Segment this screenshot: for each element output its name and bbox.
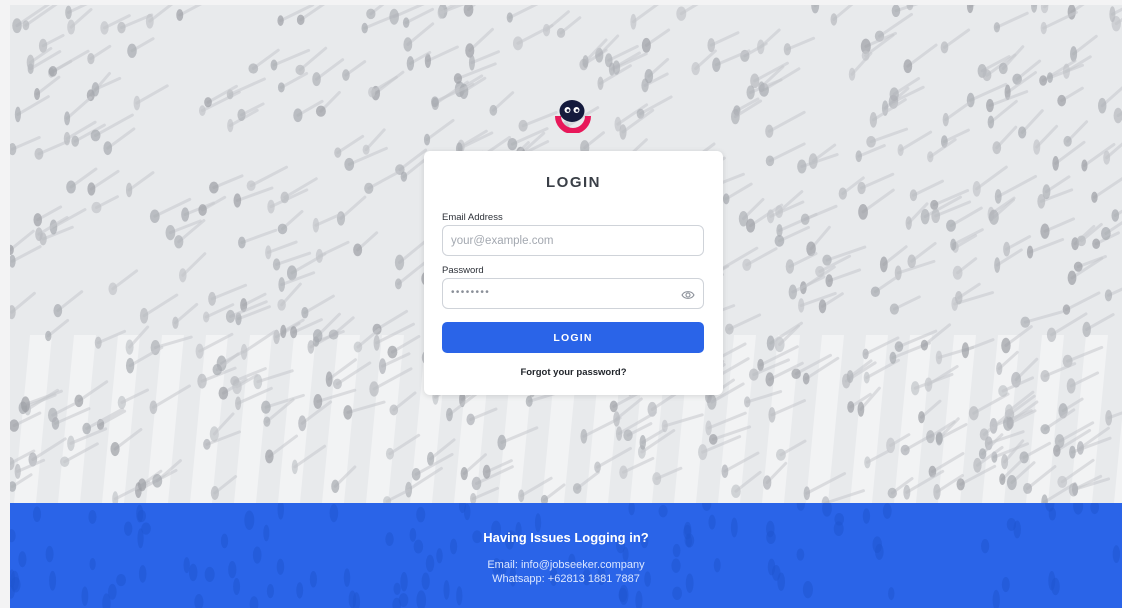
email-field[interactable] [442,225,704,256]
support-email[interactable]: Email: info@jobseeker.company [10,559,1122,571]
password-input[interactable]: •••••••• [451,287,490,298]
support-footer: Having Issues Logging in? Email: info@jo… [10,503,1122,608]
login-card: LOGIN Email Address Password •••••••• LO… [424,151,723,395]
jobseeker-logo-icon [552,95,594,134]
support-whatsapp[interactable]: Whatsapp: +62813 1881 7887 [10,573,1122,585]
password-field[interactable]: •••••••• [442,278,704,309]
login-button[interactable]: LOGIN [442,322,704,353]
login-page: Having Issues Logging in? Email: info@jo… [10,5,1122,608]
footer-title: Having Issues Logging in? [483,530,649,545]
password-label: Password [442,265,484,276]
email-label: Email Address [442,212,503,223]
forgot-password-link[interactable]: Forgot your password? [424,367,723,378]
eye-icon[interactable] [681,288,695,300]
footer-background-image [10,503,1121,608]
email-input[interactable] [451,226,671,255]
login-title: LOGIN [546,174,601,191]
